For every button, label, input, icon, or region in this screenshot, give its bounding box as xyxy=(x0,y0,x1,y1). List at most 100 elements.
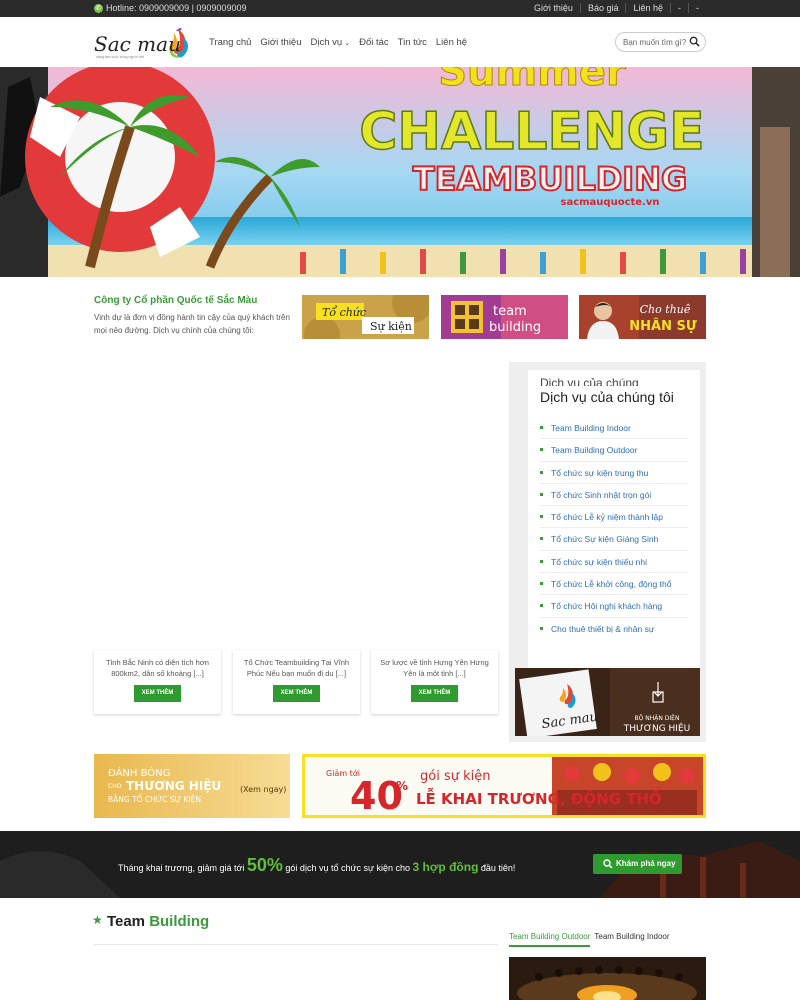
hero-url: sacmauquocte.vn xyxy=(561,197,660,208)
hotline[interactable]: ✆ Hotline: 0909009009 | 0909009009 xyxy=(94,3,246,13)
service-team-l1: team xyxy=(493,304,527,319)
hero-banner[interactable]: Summer CHALLENGE TEAMBUILDING sacmauquoc… xyxy=(0,67,800,277)
news-card-excerpt: Tổ Chức Teambuilding Tại Vĩnh Phúc Nếu b… xyxy=(243,658,350,678)
section-divider xyxy=(94,944,498,945)
top-link-about[interactable]: Giới thiệu xyxy=(527,3,580,13)
explore-button[interactable]: Khám phá ngay xyxy=(593,854,682,874)
logo-tagline: nâng tầm cuộc sống người việt xyxy=(96,55,144,59)
nav-partners[interactable]: Đối tác xyxy=(359,37,389,48)
company-description: Vinh dự là đơn vị đồng hành tin cậy của … xyxy=(94,313,290,335)
top-link-extra-2[interactable]: - xyxy=(688,3,706,13)
service-link[interactable]: Tổ chức Sự kiện Giáng Sinh xyxy=(540,528,688,551)
campfire-image[interactable] xyxy=(509,957,706,1000)
section-title-2: Building xyxy=(149,913,210,930)
company-intro: Công ty Cổ phần Quốc tế Sắc Màu Vinh dự … xyxy=(94,295,294,337)
services-widget-ghost-title: Dịch vụ của chúng xyxy=(540,378,639,386)
promo-text-2: gói dịch vụ tổ chức sự kiện cho xyxy=(282,863,413,873)
nav-home[interactable]: Trang chủ xyxy=(209,37,251,48)
banner1-l2: CHO xyxy=(108,783,122,790)
read-more-button[interactable]: XEM THÊM xyxy=(133,685,182,702)
hero-title-summer: Summer xyxy=(438,67,626,95)
top-link-extra-1[interactable]: - xyxy=(670,3,688,13)
search-icon xyxy=(603,859,613,869)
hero-title-challenge: CHALLENGE xyxy=(359,102,704,162)
promo-discount: 50% xyxy=(246,855,283,875)
service-event-button[interactable]: Tổ chức Sự kiện xyxy=(302,295,429,339)
sidebar: Dịch vụ của chúng Dịch vụ của chúng tôi … xyxy=(509,362,706,742)
promo-text-3: đầu tiên! xyxy=(478,863,516,873)
search-input[interactable]: Bạn muốn tìm gì? xyxy=(615,32,706,52)
nav-services[interactable]: Dịch vụ ⌄ xyxy=(311,37,351,48)
news-card[interactable]: Sơ lược về tỉnh Hưng Yên Hưng Yên là một… xyxy=(371,650,498,714)
search-icon[interactable] xyxy=(689,36,700,47)
tab-outdoor[interactable]: Team Building Outdoor xyxy=(509,932,591,947)
top-link-pricing[interactable]: Báo giá xyxy=(579,3,626,13)
service-staff-l1: Cho thuê xyxy=(640,303,691,316)
promo-text: Tháng khai trương, giảm giá tới 50% gói … xyxy=(118,855,515,876)
banner2-l1: gói sự kiện xyxy=(420,769,490,784)
service-event-l2: Sự kiện xyxy=(370,320,412,333)
brand-promo-banner[interactable]: ĐÁNH BÓNG CHO THƯƠNG HIỆU BẰNG TỔ CHỨC S… xyxy=(94,754,290,818)
promo-text-1: Tháng khai trương, giảm giá tới xyxy=(118,863,247,873)
promo-strip: Tháng khai trương, giảm giá tới 50% gói … xyxy=(0,831,800,898)
service-staff-l2: NHÂN SỰ xyxy=(629,318,697,334)
phone-icon: ✆ xyxy=(94,3,103,13)
service-link[interactable]: Cho thuê thiết bị & nhân sự xyxy=(540,618,688,640)
services-widget-title: Dịch vụ của chúng Dịch vụ của chúng tôi xyxy=(540,378,688,407)
service-teambuilding-button[interactable]: team building xyxy=(441,295,568,339)
site-logo[interactable]: Sac mau nâng tầm cuộc sống người việt xyxy=(94,25,194,61)
read-more-button[interactable]: XEM THÊM xyxy=(410,685,459,702)
brand-label-1: BỘ NHẬN DIỆN xyxy=(635,714,680,722)
star-icon: ★ xyxy=(92,913,103,927)
banner2-unit: % xyxy=(396,779,408,793)
nav-contact[interactable]: Liên hệ xyxy=(436,37,467,48)
hotline-text: Hotline: 0909009009 | 0909009009 xyxy=(106,3,247,13)
service-event-l1: Tổ chức xyxy=(322,306,366,319)
services-widget: Dịch vụ của chúng Dịch vụ của chúng tôi … xyxy=(528,370,700,668)
brand-identity-banner[interactable]: Sac mau BỘ NHẬN DIỆN THƯƠNG HIỆU xyxy=(515,668,700,736)
banner2-percent: 40 xyxy=(350,774,403,818)
service-link[interactable]: Tổ chức Lễ kỷ niệm thành lập xyxy=(540,506,688,529)
tab-indoor[interactable]: Team Building Indoor xyxy=(594,932,669,947)
brand-label-2: THƯƠNG HIỆU xyxy=(623,722,690,734)
top-link-contact[interactable]: Liên hệ xyxy=(625,3,670,13)
news-card-excerpt: Sơ lược về tỉnh Hưng Yên Hưng Yên là một… xyxy=(380,658,489,678)
services-widget-title-text: Dịch vụ của chúng tôi xyxy=(540,389,674,405)
explore-button-label: Khám phá ngay xyxy=(616,859,676,868)
news-card[interactable]: Tổ Chức Teambuilding Tại Vĩnh Phúc Nếu b… xyxy=(233,650,360,714)
news-card[interactable]: Tỉnh Bắc Ninh có diện tích hơn 800km2, d… xyxy=(94,650,221,714)
nav-services-label: Dịch vụ xyxy=(310,37,343,48)
hero-title-teambuilding: TEAMBUILDING xyxy=(413,160,687,198)
banner1-l1: ĐÁNH BÓNG xyxy=(108,766,170,779)
promo-contracts: 3 hợp đồng xyxy=(412,860,479,874)
banner2-l2: LỄ KHAI TRƯƠNG, ĐỘNG THỔ xyxy=(416,786,662,808)
logo-text: Sac mau xyxy=(94,32,181,56)
service-team-l2: building xyxy=(489,320,541,335)
top-links: Giới thiệu Báo giá Liên hệ - - xyxy=(527,3,706,13)
site-header: Sac mau nâng tầm cuộc sống người việt Tr… xyxy=(0,17,800,67)
top-bar: ✆ Hotline: 0909009009 | 0909009009 Giới … xyxy=(0,0,800,17)
banner1-l4: BẰNG TỔ CHỨC SỰ KIỆN xyxy=(108,794,201,804)
opening-promo-banner[interactable]: Giảm tới 40 % gói sự kiện LỄ KHAI TRƯƠNG… xyxy=(302,754,706,818)
chevron-down-icon: ⌄ xyxy=(344,40,351,47)
news-slider xyxy=(94,365,498,645)
company-title: Công ty Cổ phần Quốc tế Sắc Màu xyxy=(94,295,258,306)
news-card-excerpt: Tỉnh Bắc Ninh có diện tích hơn 800km2, d… xyxy=(106,658,209,678)
service-link[interactable]: Team Building Outdoor xyxy=(540,439,688,462)
nav-news[interactable]: Tin tức xyxy=(398,37,427,48)
service-link[interactable]: Tổ chức Lễ khởi công, động thổ xyxy=(540,573,688,596)
service-link[interactable]: Tổ chức Hội nghị khách hàng xyxy=(540,595,688,618)
read-more-button[interactable]: XEM THÊM xyxy=(272,685,321,702)
section-title-1: Team xyxy=(106,913,150,930)
service-link[interactable]: Tổ chức Sinh nhật trọn gói xyxy=(540,484,688,507)
banner1-cta[interactable]: (Xem ngay) xyxy=(240,785,286,794)
main-nav: Trang chủ Giới thiệu Dịch vụ ⌄ Đối tác Ti… xyxy=(209,37,476,48)
service-link[interactable]: Tổ chức sự kiện trung thu xyxy=(540,462,688,484)
nav-about[interactable]: Giới thiệu xyxy=(260,37,301,48)
service-link[interactable]: Team Building Indoor xyxy=(540,417,688,440)
team-building-tabs: Team Building Outdoor Team Building Indo… xyxy=(509,932,670,947)
service-link[interactable]: Tổ chức sự kiện thiếu nhi xyxy=(540,551,688,574)
section-title: ★ Team Building xyxy=(92,913,209,930)
services-list: Team Building Indoor Team Building Outdo… xyxy=(540,417,688,640)
service-staffing-button[interactable]: Cho thuê NHÂN SỰ xyxy=(579,295,706,339)
